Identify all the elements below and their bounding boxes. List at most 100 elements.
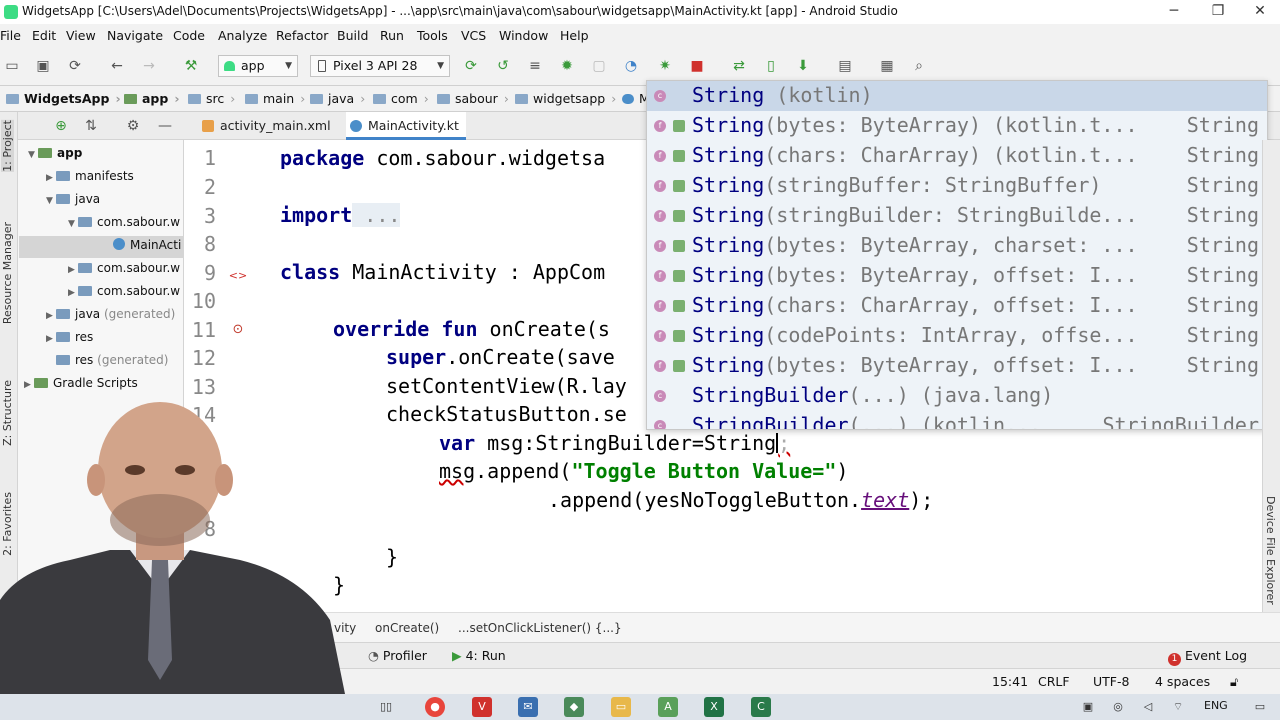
profile-icon[interactable]: ◔: [622, 57, 640, 75]
menu-help[interactable]: Help: [560, 28, 597, 43]
completion-item[interactable]: f String(bytes: ByteArray, charset: ... St…: [647, 231, 1267, 261]
breadcrumb-widgetsapp[interactable]: widgetsapp ›: [515, 91, 616, 106]
completion-item[interactable]: c String (kotlin): [647, 81, 1267, 111]
notifications-icon[interactable]: ▭: [1250, 697, 1270, 717]
maximize-button[interactable]: ❐: [1196, 0, 1240, 24]
apply-changes-icon[interactable]: ⟳: [462, 57, 480, 75]
event-log-tab[interactable]: 1 Event Log: [1168, 648, 1247, 666]
device-file-explorer-tab[interactable]: Device File Explorer: [1264, 496, 1277, 605]
save-icon[interactable]: ▣: [34, 57, 52, 75]
open-folder-icon[interactable]: ▭: [3, 57, 21, 75]
tab-activity-main-xml[interactable]: activity_main.xml: [198, 112, 336, 140]
tree-item-gradle-scripts[interactable]: ▶ Gradle Scripts: [24, 376, 138, 390]
breadcrumb-src[interactable]: src ›: [188, 91, 235, 106]
stop-icon[interactable]: ■: [688, 57, 706, 75]
menu-analyze[interactable]: Analyze: [218, 28, 275, 43]
attach-debugger-icon[interactable]: ✷: [656, 57, 674, 75]
mail-icon[interactable]: ✉: [518, 697, 538, 717]
resource-manager-tab[interactable]: Resource Manager: [1, 222, 14, 324]
completion-item[interactable]: f String(codePoints: IntArray, offse... St…: [647, 321, 1267, 351]
menu-view[interactable]: View: [66, 28, 104, 43]
hide-panel-icon[interactable]: —: [156, 117, 174, 135]
tree-item-package-main[interactable]: ▼ com.sabour.w: [68, 215, 180, 229]
coverage-icon[interactable]: ▢: [590, 57, 608, 75]
run-tests-icon[interactable]: ≡: [526, 57, 544, 75]
sdk-manager-icon[interactable]: ⬇: [794, 57, 812, 75]
layout-inspector-icon[interactable]: ▦: [878, 57, 896, 75]
chrome-icon[interactable]: ●: [425, 697, 445, 717]
breadcrumb-app[interactable]: app ›: [124, 91, 180, 106]
tree-item-package-androidtest[interactable]: ▶ com.sabour.w: [68, 261, 180, 275]
menu-vcs[interactable]: VCS: [461, 28, 494, 43]
lock-icon[interactable]: 🔓︎: [1230, 674, 1238, 690]
tree-item-res[interactable]: ▶ res: [46, 330, 93, 344]
menu-refactor[interactable]: Refactor: [276, 28, 336, 43]
menu-code[interactable]: Code: [173, 28, 213, 43]
language-indicator[interactable]: ENG: [1204, 699, 1228, 712]
forward-icon[interactable]: →: [140, 57, 158, 75]
run-tab[interactable]: ▶ 4: Run: [452, 648, 506, 663]
wifi-icon[interactable]: ⌔: [1168, 697, 1188, 717]
sync-gradle-icon[interactable]: ⇄: [730, 57, 748, 75]
profiler-tab[interactable]: ◔ Profiler: [368, 648, 427, 663]
menu-run[interactable]: Run: [380, 28, 412, 43]
folded-imports[interactable]: ...: [352, 203, 401, 227]
camtasia-icon[interactable]: C: [751, 697, 771, 717]
completion-item[interactable]: f String(stringBuilder: StringBuilde... St…: [647, 201, 1267, 231]
excel-icon[interactable]: X: [704, 697, 724, 717]
locate-icon[interactable]: ⊕: [52, 117, 70, 135]
completion-item[interactable]: c StringBuilder(...) (java.lang): [647, 381, 1267, 411]
apply-code-changes-icon[interactable]: ↺: [494, 57, 512, 75]
tree-item-res-generated[interactable]: res (generated): [56, 353, 168, 367]
tree-item-mainactivity[interactable]: MainActi: [19, 236, 184, 258]
breadcrumb-java[interactable]: java ›: [310, 91, 365, 106]
minimize-button[interactable]: ─: [1152, 0, 1196, 24]
menu-file[interactable]: File: [0, 28, 29, 43]
indent-setting[interactable]: 4 spaces: [1155, 674, 1210, 689]
network-icon[interactable]: ◎: [1108, 697, 1128, 717]
menu-navigate[interactable]: Navigate: [107, 28, 171, 43]
file-explorer-icon[interactable]: ▭: [611, 697, 631, 717]
tray-icon[interactable]: ▣: [1078, 697, 1098, 717]
debug-icon[interactable]: ✹: [558, 57, 576, 75]
project-tool-tab[interactable]: 1: Project: [1, 120, 14, 172]
android-studio-taskbar-icon[interactable]: A: [658, 697, 678, 717]
breadcrumb-project[interactable]: WidgetsApp ›: [6, 91, 121, 106]
breadcrumb-main[interactable]: main ›: [245, 91, 305, 106]
tree-item-package-test[interactable]: ▶ com.sabour.w: [68, 284, 180, 298]
search-icon[interactable]: ⌕: [910, 57, 928, 75]
breadcrumb-sabour[interactable]: sabour ›: [437, 91, 509, 106]
code-crumb-listener[interactable]: ...setOnClickListener() {...}: [458, 621, 622, 635]
line-separator[interactable]: CRLF: [1038, 674, 1070, 689]
code-crumb-oncreate[interactable]: onCreate(): [375, 621, 439, 635]
completion-item[interactable]: f String(bytes: ByteArray) (kotlin.t... St…: [647, 111, 1267, 141]
volume-icon[interactable]: ◁: [1138, 697, 1158, 717]
menu-window[interactable]: Window: [499, 28, 556, 43]
tree-item-java[interactable]: ▼ java: [46, 192, 100, 206]
caret-position[interactable]: 15:41: [992, 674, 1028, 689]
avd-manager-icon[interactable]: ▯: [762, 57, 780, 75]
tab-mainactivity-kt[interactable]: MainActivity.kt: [346, 112, 466, 140]
completion-item[interactable]: f String(stringBuffer: StringBuffer) Strin…: [647, 171, 1267, 201]
breadcrumb-com[interactable]: com ›: [373, 91, 429, 106]
completion-item[interactable]: c StringBuilder(...) (kotlin... StringBuil…: [647, 411, 1267, 429]
close-button[interactable]: ✕: [1238, 0, 1280, 24]
completion-item[interactable]: f String(bytes: ByteArray, offset: I... St…: [647, 351, 1267, 381]
override-gutter-icon[interactable]: ⊙: [230, 322, 246, 338]
task-view-icon[interactable]: ▯▯: [376, 697, 396, 717]
tree-item-app[interactable]: ▼ app: [28, 146, 82, 160]
completion-item[interactable]: f String(chars: CharArray, offset: I... St…: [647, 291, 1267, 321]
back-icon[interactable]: ←: [108, 57, 126, 75]
menu-build[interactable]: Build: [337, 28, 376, 43]
sync-icon[interactable]: ⟳: [66, 57, 84, 75]
make-project-icon[interactable]: ⚒: [182, 57, 200, 75]
completion-item[interactable]: f String(chars: CharArray) (kotlin.t... St…: [647, 141, 1267, 171]
project-structure-icon[interactable]: ▤: [836, 57, 854, 75]
device-select[interactable]: Pixel 3 API 28 ▼: [310, 55, 450, 77]
menu-edit[interactable]: Edit: [32, 28, 64, 43]
menu-tools[interactable]: Tools: [417, 28, 456, 43]
run-config-select[interactable]: app ▼: [218, 55, 298, 77]
vivaldi-icon[interactable]: V: [472, 697, 492, 717]
collapse-all-icon[interactable]: ⇅: [82, 117, 100, 135]
file-encoding[interactable]: UTF-8: [1093, 674, 1129, 689]
